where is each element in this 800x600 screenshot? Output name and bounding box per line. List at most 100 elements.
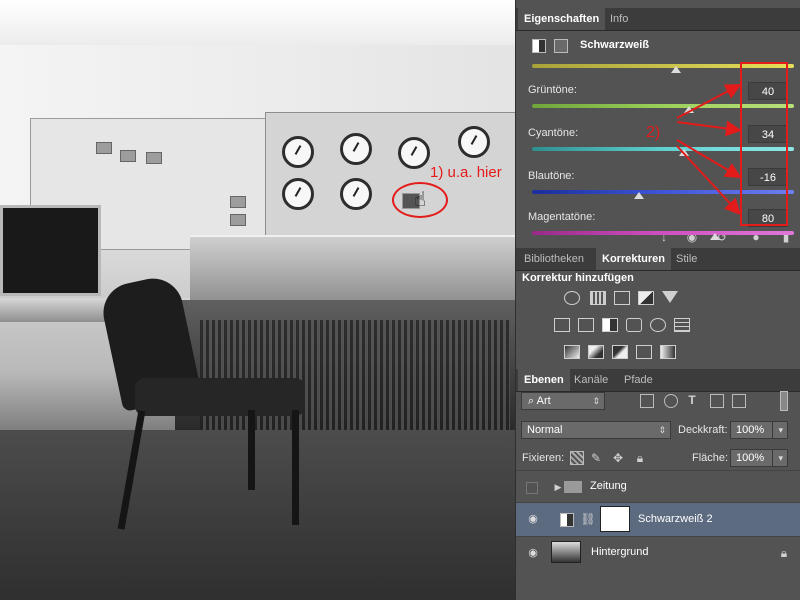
layer-name[interactable]: Zeitung xyxy=(590,480,627,492)
filter-toggle[interactable] xyxy=(780,391,788,411)
photo-gauge xyxy=(398,137,430,169)
photo-switch xyxy=(96,142,112,154)
tab-info[interactable]: Info xyxy=(604,8,634,30)
tab-korrekturen[interactable]: Korrekturen xyxy=(596,248,671,270)
levels-icon[interactable] xyxy=(590,291,606,305)
color-balance-icon[interactable] xyxy=(578,318,594,332)
tab-pfade[interactable]: Pfade xyxy=(618,369,659,391)
layer-filter-dropdown[interactable]: ⌕ Art ⇕ xyxy=(521,392,605,410)
photo-switch xyxy=(146,152,162,164)
brightness-icon[interactable] xyxy=(564,291,580,305)
channel-mixer-icon[interactable] xyxy=(650,318,666,332)
slider-thumb[interactable] xyxy=(678,149,689,156)
layers-tabbar: Ebenen Kanäle Pfade xyxy=(516,369,800,392)
black-white-icon[interactable] xyxy=(602,318,618,332)
opacity-dropdown-button[interactable]: ▾ xyxy=(772,421,788,439)
invert-icon[interactable] xyxy=(564,345,580,359)
posterize-icon[interactable] xyxy=(588,345,604,359)
adjustment-title: Schwarzweiß xyxy=(580,39,650,51)
slider-label: Blautöne: xyxy=(528,170,575,182)
layer-thumbnail[interactable] xyxy=(551,541,581,563)
tab-stile[interactable]: Stile xyxy=(670,248,703,270)
opacity-value: 100% xyxy=(736,424,765,436)
photo-chair-leg xyxy=(292,410,299,525)
lock-icon[interactable]: 🔒︎ xyxy=(632,450,648,466)
fill-value: 100% xyxy=(736,452,765,464)
fill-dropdown-button[interactable]: ▾ xyxy=(772,449,788,467)
photo-gauge xyxy=(458,126,490,158)
photo-filter-icon[interactable] xyxy=(626,318,642,332)
slider-thumb[interactable] xyxy=(634,192,645,199)
tab-ebenen[interactable]: Ebenen xyxy=(518,369,570,391)
visibility-toggle-empty[interactable] xyxy=(526,482,538,494)
annotation-label-2: 2) xyxy=(646,124,661,141)
corrections-tabbar: Bibliotheken Korrekturen Stile xyxy=(516,248,800,271)
search-icon: ⌕ xyxy=(528,395,537,407)
link-icon[interactable]: ⛓ xyxy=(580,511,596,527)
eye-icon[interactable]: ◉ xyxy=(526,512,540,526)
photo-switch xyxy=(230,214,246,226)
photo-switch xyxy=(120,150,136,162)
chevron-down-icon: ▾ xyxy=(778,425,783,435)
photo-gauge xyxy=(340,178,372,210)
exposure-icon[interactable] xyxy=(638,291,654,305)
photo-chair-leg xyxy=(248,410,255,490)
photo-gauge xyxy=(340,133,372,165)
photo-chair-seat xyxy=(135,378,305,416)
slider-thumb[interactable] xyxy=(710,233,721,240)
corrections-title: Korrektur hinzufügen xyxy=(522,272,634,284)
slider-track[interactable] xyxy=(532,231,794,235)
photo-gauge xyxy=(282,178,314,210)
lock-transparency-icon[interactable] xyxy=(570,451,584,465)
slider-label: Cyantöne: xyxy=(528,127,579,139)
slider-thumb-yellow[interactable] xyxy=(671,66,681,73)
layer-name[interactable]: Hintergrund xyxy=(591,546,648,558)
chevron-down-icon: ⇕ xyxy=(658,425,666,435)
adjustment-layer-icon[interactable] xyxy=(532,39,546,53)
filter-shape-icon[interactable] xyxy=(710,394,724,408)
photo-monitor xyxy=(0,205,101,296)
annotation-circle xyxy=(392,182,448,218)
layer-row-schwarzweiss[interactable]: ◉ ⛓ Schwarzweiß 2 xyxy=(516,502,800,536)
filter-adjustment-icon[interactable] xyxy=(664,394,678,408)
folder-icon xyxy=(564,481,582,493)
blend-mode-dropdown[interactable]: Normal ⇕ xyxy=(521,421,671,439)
layer-filter-value: Art xyxy=(536,395,551,407)
move-icon[interactable]: ✥ xyxy=(610,450,626,466)
vibrance-icon[interactable] xyxy=(662,291,678,305)
annotation-label-1: 1) u.a. hier xyxy=(430,164,502,181)
filter-type-icon[interactable]: T xyxy=(684,392,700,408)
gradient-map-icon[interactable] xyxy=(660,345,676,359)
slider-thumb[interactable] xyxy=(684,106,695,113)
lock-label: Fixieren: xyxy=(522,452,565,464)
threshold-icon[interactable] xyxy=(612,345,628,359)
mask-icon[interactable] xyxy=(554,39,568,53)
opacity-label: Deckkraft: xyxy=(678,424,728,436)
tab-eigenschaften[interactable]: Eigenschaften xyxy=(518,8,606,30)
tab-kanaele[interactable]: Kanäle xyxy=(568,369,614,391)
tab-bibliotheken[interactable]: Bibliotheken xyxy=(518,248,590,270)
photo-control-desk xyxy=(190,235,515,307)
fill-label: Fläche: xyxy=(692,452,729,464)
blend-mode-value: Normal xyxy=(527,424,563,436)
chevron-down-icon: ▾ xyxy=(778,453,783,463)
layer-row-zeitung[interactable]: ▶ Zeitung xyxy=(516,470,800,502)
mask-thumbnail[interactable] xyxy=(600,506,630,532)
adjustment-layer-icon xyxy=(560,513,574,527)
filter-smartobject-icon[interactable] xyxy=(732,394,746,408)
annotation-red-box xyxy=(740,62,788,226)
hue-saturation-icon[interactable] xyxy=(554,318,570,332)
photo-switch xyxy=(230,196,246,208)
brush-icon[interactable]: ✎ xyxy=(588,450,604,466)
lock-icon: 🔒︎ xyxy=(780,546,788,560)
layer-name[interactable]: Schwarzweiß 2 xyxy=(638,513,713,525)
properties-tabbar: Eigenschaften Info xyxy=(516,8,800,31)
layer-row-hintergrund[interactable]: ◉ Hintergrund 🔒︎ xyxy=(516,536,800,568)
photo-gauge xyxy=(282,136,314,168)
eye-icon[interactable]: ◉ xyxy=(526,546,540,560)
chevron-down-icon: ⇕ xyxy=(592,396,600,406)
selective-color-icon[interactable] xyxy=(636,345,652,359)
curves-icon[interactable] xyxy=(614,291,630,305)
filter-pixel-icon[interactable] xyxy=(640,394,654,408)
color-lookup-icon[interactable] xyxy=(674,318,690,332)
